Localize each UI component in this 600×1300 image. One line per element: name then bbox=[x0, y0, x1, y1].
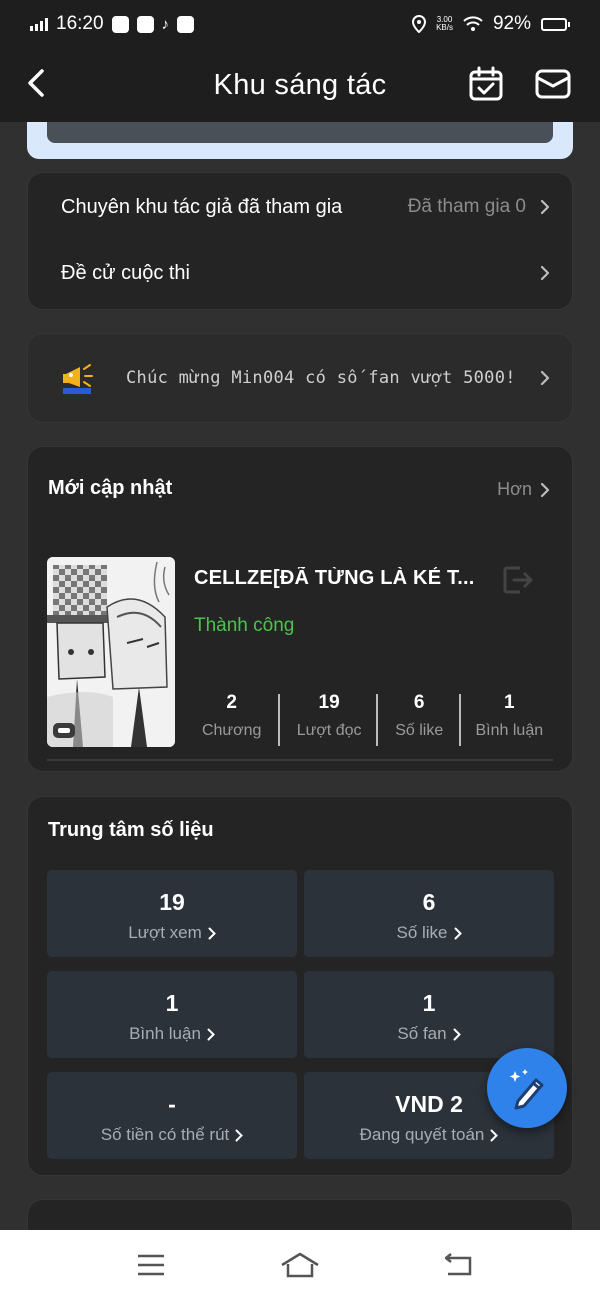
page-title: Khu sáng tác bbox=[213, 68, 387, 101]
battery-percent: 92% bbox=[492, 13, 531, 34]
stat-comments: 1 Bình luận bbox=[475, 692, 544, 739]
section-title: Trung tâm số liệu bbox=[48, 819, 214, 841]
chevron-right-icon bbox=[540, 265, 550, 281]
system-nav-bar bbox=[0, 1230, 600, 1300]
clock: 16:20 bbox=[56, 13, 104, 34]
calendar-check-icon[interactable] bbox=[468, 66, 504, 102]
mail-notification-icon bbox=[136, 15, 154, 33]
chevron-right-icon bbox=[453, 1028, 461, 1040]
contest-nominate-label: Đề cử cuộc thi bbox=[61, 261, 190, 284]
chevron-right-icon bbox=[540, 482, 550, 497]
megaphone-icon bbox=[63, 364, 93, 394]
home-icon[interactable] bbox=[280, 1252, 320, 1278]
app-notification-icon bbox=[111, 15, 129, 33]
chevron-right-icon bbox=[207, 1028, 215, 1040]
wifi-icon bbox=[463, 16, 483, 31]
battery-icon bbox=[541, 17, 570, 31]
status-bar: 16:20 ♪ 3.00 KB/s 92% bbox=[0, 0, 600, 48]
book-title[interactable]: CELLZE[ĐÃ TỪNG LÀ KẺ T... bbox=[194, 567, 494, 590]
chevron-right-icon bbox=[490, 1129, 499, 1141]
more-link[interactable]: Hơn bbox=[497, 479, 550, 500]
chevron-right-icon bbox=[235, 1129, 244, 1141]
chevron-right-icon bbox=[540, 199, 550, 215]
cover-illustration bbox=[47, 557, 175, 747]
recent-updates-card: Mới cập nhật Hơn CELLZE[ĐÃ TỪNG LÀ KẺ T.… bbox=[27, 446, 573, 772]
data-center-card: Trung tâm số liệu 19 Lượt xem 6 Số like … bbox=[27, 796, 573, 1176]
joined-zones-label: Chuyên khu tác giả đã tham gia bbox=[61, 195, 343, 218]
book-cover[interactable] bbox=[47, 557, 175, 747]
magic-pen-icon bbox=[509, 1069, 544, 1110]
book-status: Thành công bbox=[194, 615, 295, 636]
author-menu-card: Chuyên khu tác giả đã tham gia Đã tham g… bbox=[27, 172, 573, 310]
contest-nominate-row[interactable]: Đề cử cuộc thi bbox=[28, 245, 572, 301]
book-stats: 2 Chương 19 Lượt đọc 6 Số like 1 Bình lu… bbox=[183, 692, 558, 748]
divider bbox=[47, 759, 553, 761]
joined-zones-row[interactable]: Chuyên khu tác giả đã tham gia Đã tham g… bbox=[28, 179, 572, 235]
stat-chapters: 2 Chương bbox=[183, 692, 281, 748]
more-label: Hơn bbox=[497, 479, 532, 499]
tile-withdrawable[interactable]: - Số tiền có thể rút bbox=[47, 1072, 297, 1159]
menu-icon[interactable] bbox=[136, 1252, 166, 1278]
joined-zones-value: Đã tham gia 0 bbox=[407, 196, 526, 217]
signal-icon bbox=[30, 17, 48, 31]
export-icon[interactable] bbox=[502, 565, 534, 595]
announcement-text: Chúc mừng Min004 có số fan vượt 5000! bbox=[126, 368, 516, 388]
back-nav-icon[interactable] bbox=[442, 1252, 474, 1278]
network-speed: 3.00 KB/s bbox=[436, 15, 453, 32]
app-notification-icon bbox=[177, 15, 195, 33]
tile-likes[interactable]: 6 Số like bbox=[304, 870, 554, 957]
write-button[interactable] bbox=[487, 1048, 567, 1128]
chevron-right-icon bbox=[208, 927, 216, 939]
announcement-card[interactable]: Chúc mừng Min004 có số fan vượt 5000! bbox=[27, 333, 573, 423]
promo-banner[interactable] bbox=[27, 122, 573, 159]
tile-comments[interactable]: 1 Bình luận bbox=[47, 971, 297, 1058]
chevron-right-icon bbox=[540, 370, 550, 386]
tiktok-icon: ♪ bbox=[161, 15, 170, 33]
app-header: Khu sáng tác bbox=[0, 48, 600, 122]
location-icon bbox=[412, 15, 427, 33]
mail-icon[interactable] bbox=[535, 68, 571, 100]
stat-likes: 6 Số like bbox=[378, 692, 461, 748]
chevron-right-icon bbox=[454, 927, 462, 939]
tile-fans[interactable]: 1 Số fan bbox=[304, 971, 554, 1058]
back-arrow-icon[interactable] bbox=[22, 66, 52, 100]
tile-views[interactable]: 19 Lượt xem bbox=[47, 870, 297, 957]
stat-reads: 19 Lượt đọc bbox=[280, 692, 379, 748]
section-title: Mới cập nhật bbox=[48, 477, 173, 499]
